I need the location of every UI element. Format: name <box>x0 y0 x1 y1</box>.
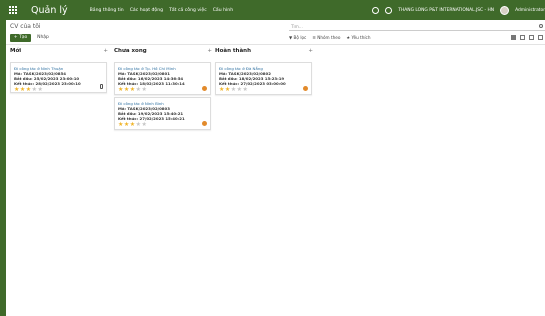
column-title[interactable]: Chưa xong <box>114 48 147 54</box>
view-switcher <box>511 35 543 40</box>
kanban-card[interactable]: Đi công tác ở Đà Nẵng Mã: TASK/2023/02/0… <box>215 62 312 95</box>
create-button[interactable]: + Tạo <box>10 34 31 42</box>
attachment-icon <box>100 84 103 89</box>
main-content: CV của tôi + Tạo Nhập Tìm... ▼ Bộ lọc ≡ … <box>6 20 545 316</box>
list-view-icon[interactable] <box>520 35 525 40</box>
import-button[interactable]: Nhập <box>34 34 52 42</box>
messages-icon[interactable] <box>385 6 393 14</box>
user-name[interactable]: Administrator <box>515 8 545 13</box>
apps-menu-icon[interactable] <box>9 6 19 14</box>
add-card-icon[interactable]: + <box>103 48 108 54</box>
search-input[interactable]: Tìm... <box>289 23 545 31</box>
column-header: Hoàn thành + <box>215 48 313 54</box>
top-right-area: THANG LONG P&T INTERNATIONAL.JSC - HN Ad… <box>372 0 545 20</box>
assignee-avatar <box>202 86 207 91</box>
kanban-view-icon[interactable] <box>511 35 516 40</box>
search-options: ▼ Bộ lọc ≡ Nhóm theo ★ Yêu thích <box>289 34 370 42</box>
menu-item-activities[interactable]: Các hoạt động <box>130 8 163 13</box>
assignee-avatar <box>202 121 207 126</box>
kanban-card[interactable]: Đi công tác ở Tp. Hồ Chí Minh Mã: TASK/2… <box>114 62 211 95</box>
add-card-icon[interactable]: + <box>207 48 212 54</box>
column-header: Chưa xong + <box>114 48 212 54</box>
company-switcher[interactable]: THANG LONG P&T INTERNATIONAL.JSC - HN <box>398 8 494 13</box>
favorites-button[interactable]: ★ Yêu thích <box>346 34 370 42</box>
app-brand[interactable]: Quản lý <box>31 5 68 16</box>
user-avatar[interactable] <box>500 5 510 15</box>
column-header: Mới + <box>10 48 108 54</box>
group-by-button[interactable]: ≡ Nhóm theo <box>312 34 340 42</box>
assignee-avatar <box>303 86 308 91</box>
top-menu: Bảng thông tin Các hoạt động Tất cả công… <box>90 8 234 13</box>
priority-stars[interactable]: ★★★★★ <box>118 86 207 93</box>
activity-clock-icon[interactable] <box>372 6 380 14</box>
top-navbar: Quản lý Bảng thông tin Các hoạt động Tất… <box>0 0 545 20</box>
priority-stars[interactable]: ★★★★★ <box>14 86 103 93</box>
column-title[interactable]: Hoàn thành <box>215 48 251 54</box>
kanban-column-in-progress: Chưa xong + <box>114 48 212 54</box>
kanban-card[interactable]: Đi công tác ở Ninh Bình Mã: TASK/2023/02… <box>114 97 211 130</box>
menu-item-all-tasks[interactable]: Tất cả công việc <box>169 8 207 13</box>
menu-item-configuration[interactable]: Cấu hình <box>213 8 233 13</box>
add-card-icon[interactable]: + <box>308 48 313 54</box>
priority-stars[interactable]: ★★★★★ <box>118 121 207 128</box>
pivot-view-icon[interactable] <box>538 35 543 40</box>
menu-item-dashboard[interactable]: Bảng thông tin <box>90 8 124 13</box>
filter-button[interactable]: ▼ Bộ lọc <box>289 34 306 42</box>
breadcrumb[interactable]: CV của tôi <box>10 23 41 30</box>
search-placeholder: Tìm... <box>291 24 303 29</box>
priority-stars[interactable]: ★★★★★ <box>219 86 308 93</box>
control-panel: CV của tôi + Tạo Nhập Tìm... ▼ Bộ lọc ≡ … <box>6 20 545 45</box>
search-icon[interactable] <box>539 24 543 28</box>
calendar-view-icon[interactable] <box>529 35 534 40</box>
kanban-column-done: Hoàn thành + <box>215 48 313 54</box>
kanban-column-new: Mới + <box>10 48 108 54</box>
kanban-card[interactable]: Đi công tác ở Ninh Thuận Mã: TASK/2023/0… <box>10 62 107 93</box>
column-title[interactable]: Mới <box>10 48 21 54</box>
